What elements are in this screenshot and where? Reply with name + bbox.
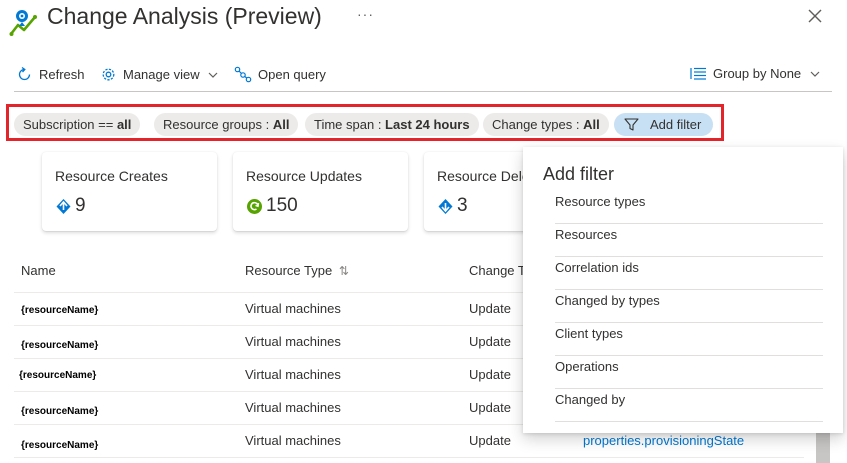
manage-view-label: Manage view xyxy=(123,67,200,82)
list-icon xyxy=(690,67,706,80)
row-resource-type: Virtual machines xyxy=(245,367,341,382)
update-icon xyxy=(247,198,262,214)
time-span-filter-value: Last 24 hours xyxy=(385,117,470,132)
filter-icon xyxy=(624,118,639,131)
row-name[interactable]: {resourceName} xyxy=(21,340,98,351)
time-span-filter-pill[interactable]: Time span : Last 24 hours xyxy=(305,113,479,136)
chevron-down-icon xyxy=(208,72,218,78)
row-resource-type: Virtual machines xyxy=(245,433,341,448)
filter-option-changed-by[interactable]: Changed by xyxy=(555,389,823,422)
row-resource-type: Virtual machines xyxy=(245,301,341,316)
gear-icon xyxy=(102,68,115,81)
card-value-text: 9 xyxy=(75,195,86,216)
chevron-down-icon xyxy=(810,71,820,77)
open-query-label: Open query xyxy=(258,67,326,82)
row-change-type: Update xyxy=(469,433,511,448)
refresh-label: Refresh xyxy=(39,67,85,82)
resource-creates-card[interactable]: Resource Creates 9 xyxy=(42,152,217,231)
column-header-change-type[interactable]: Change T xyxy=(469,263,526,278)
group-by-dropdown[interactable]: Group by None xyxy=(690,66,827,81)
row-change-type: Update xyxy=(469,400,511,415)
refresh-button[interactable]: Refresh xyxy=(16,66,85,83)
card-value-text: 150 xyxy=(266,195,298,216)
resource-groups-filter-pill[interactable]: Resource groups : All xyxy=(154,113,299,136)
change-types-filter-pill[interactable]: Change types : All xyxy=(483,113,609,136)
row-change-type: Update xyxy=(469,301,511,316)
subscription-filter-value: all xyxy=(116,117,132,132)
row-name[interactable]: {resourceName} xyxy=(21,406,98,417)
close-icon[interactable] xyxy=(806,7,824,25)
column-header-name[interactable]: Name xyxy=(21,263,56,278)
row-change-type: Update xyxy=(469,367,511,382)
add-filter-dropdown: Add filter Resource types Resources Corr… xyxy=(523,147,843,433)
card-value-text: 3 xyxy=(457,195,468,216)
sort-icon: ⇅ xyxy=(338,264,349,278)
refresh-icon xyxy=(18,66,31,81)
row-property-link[interactable]: properties.provisioningState xyxy=(583,433,744,448)
filter-option-operations[interactable]: Operations xyxy=(555,356,823,389)
blade-header: Change Analysis (Preview) ··· xyxy=(0,0,847,50)
card-value: 9 xyxy=(55,195,86,217)
open-query-button[interactable]: Open query xyxy=(234,66,326,83)
filter-option-client-types[interactable]: Client types xyxy=(555,323,823,356)
card-value: 3 xyxy=(437,195,468,217)
change-types-filter-label: Change types : xyxy=(492,117,584,132)
time-span-filter-label: Time span : xyxy=(314,117,386,132)
row-name[interactable]: {resourceName} xyxy=(21,440,98,451)
change-types-filter-value: All xyxy=(583,117,600,132)
row-divider xyxy=(14,457,804,458)
group-by-label: Group by None xyxy=(713,66,802,81)
row-resource-type: Virtual machines xyxy=(245,400,341,415)
filter-option-correlation-ids[interactable]: Correlation ids xyxy=(555,257,823,290)
change-analysis-logo-icon xyxy=(9,8,39,38)
query-icon xyxy=(234,66,252,83)
create-icon xyxy=(56,198,71,214)
column-header-resource-type[interactable]: Resource Type ⇅ xyxy=(245,263,349,278)
dropdown-title: Add filter xyxy=(543,164,615,184)
page-title: Change Analysis (Preview) xyxy=(47,3,322,29)
command-bar: Refresh Manage view Open query Group by xyxy=(14,62,832,92)
filter-option-changed-by-types[interactable]: Changed by types xyxy=(555,290,823,323)
card-title: Resource Updates xyxy=(246,168,362,184)
filter-option-resource-types[interactable]: Resource types xyxy=(555,191,823,224)
scrollbar-thumb[interactable] xyxy=(816,432,830,463)
card-title: Resource Creates xyxy=(55,168,168,184)
row-name[interactable]: {resourceName} xyxy=(21,305,98,316)
delete-icon xyxy=(438,198,453,214)
row-resource-type: Virtual machines xyxy=(245,334,341,349)
card-title: Resource Dele xyxy=(437,168,530,184)
filter-bar: Subscription == all Resource groups : Al… xyxy=(6,104,724,141)
manage-view-button[interactable]: Manage view xyxy=(100,66,225,83)
row-change-type: Update xyxy=(469,334,511,349)
add-filter-label: Add filter xyxy=(650,117,702,132)
filter-option-resources[interactable]: Resources xyxy=(555,224,823,257)
subscription-filter-pill[interactable]: Subscription == all xyxy=(14,113,141,136)
more-options-button[interactable]: ··· xyxy=(357,6,374,22)
add-filter-button[interactable]: Add filter xyxy=(614,113,714,136)
resource-groups-filter-value: All xyxy=(272,117,290,132)
card-value: 150 xyxy=(246,195,298,217)
subscription-filter-label: Subscription == xyxy=(23,117,117,132)
column-header-resource-type-label: Resource Type xyxy=(245,263,333,278)
resource-groups-filter-label: Resource groups : xyxy=(163,117,273,132)
resource-updates-card[interactable]: Resource Updates 150 xyxy=(233,152,408,231)
row-name[interactable]: {resourceName} xyxy=(19,370,96,381)
